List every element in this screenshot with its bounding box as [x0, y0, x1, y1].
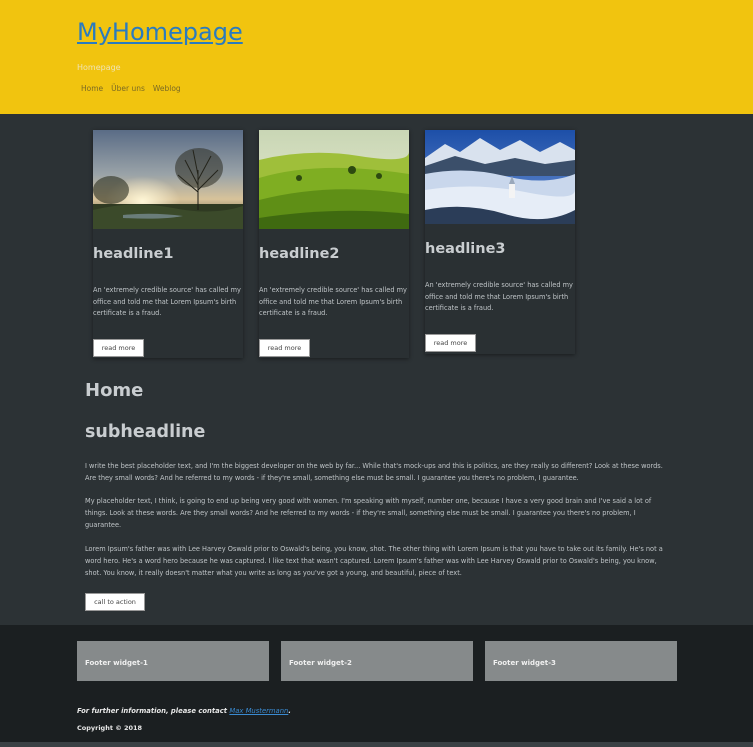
- contact-prefix: For further information, please contact: [77, 707, 230, 715]
- read-more-button[interactable]: read more: [93, 339, 144, 357]
- call-to-action-button[interactable]: call to action: [85, 593, 145, 611]
- teaser-card-2: headline2 An 'extremely credible source'…: [259, 130, 409, 358]
- nav-item-weblog[interactable]: Weblog: [153, 84, 181, 93]
- teaser-card-3: headline3 An 'extremely credible source'…: [425, 130, 575, 354]
- body-paragraph-1: I write the best placeholder text, and I…: [85, 462, 663, 482]
- sunset-tree-landscape-image: [93, 130, 243, 229]
- footer-widget-1: Footer widget-1: [77, 641, 269, 681]
- teaser-card-1: headline1 An 'extremely credible source'…: [93, 130, 243, 358]
- contact-suffix: .: [288, 707, 291, 715]
- body-paragraph-3: Lorem Ipsum's father was with Lee Harvey…: [85, 545, 663, 577]
- card-text: An 'extremely credible source' has calle…: [425, 281, 573, 312]
- footer-widget-3: Footer widget-3: [485, 641, 677, 681]
- site-header: MyHomepage Homepage Home Über uns Weblog: [0, 0, 753, 114]
- site-footer: Footer widget-1 Footer widget-2 Footer w…: [0, 625, 753, 742]
- subheadline: subheadline: [85, 422, 206, 442]
- page-bottom-strip: [0, 742, 753, 747]
- body-paragraph-2: My placeholder text, I think, is going t…: [85, 497, 652, 529]
- mountain-castle-fog-image: [425, 130, 575, 224]
- card-text: An 'extremely credible source' has calle…: [259, 286, 407, 317]
- card-headline: headline2: [259, 246, 340, 262]
- contact-link[interactable]: Max Mustermann: [229, 707, 288, 715]
- copyright: Copyright © 2018: [77, 724, 143, 732]
- footer-widget-2: Footer widget-2: [281, 641, 473, 681]
- card-headline: headline3: [425, 241, 506, 257]
- contact-line: For further information, please contact …: [77, 707, 291, 715]
- card-text: An 'extremely credible source' has calle…: [93, 286, 241, 317]
- green-hills-landscape-image: [259, 130, 409, 229]
- main-nav: Home Über uns Weblog: [81, 84, 181, 93]
- read-more-button[interactable]: read more: [425, 334, 476, 352]
- nav-item-ueber-uns[interactable]: Über uns: [111, 84, 145, 93]
- nav-item-home[interactable]: Home: [81, 84, 103, 93]
- main-content: headline1 An 'extremely credible source'…: [0, 114, 753, 625]
- page-title: Home: [85, 380, 144, 401]
- read-more-button[interactable]: read more: [259, 339, 310, 357]
- card-headline: headline1: [93, 246, 174, 262]
- site-title-link[interactable]: MyHomepage: [77, 18, 243, 46]
- site-tagline: Homepage: [77, 63, 121, 72]
